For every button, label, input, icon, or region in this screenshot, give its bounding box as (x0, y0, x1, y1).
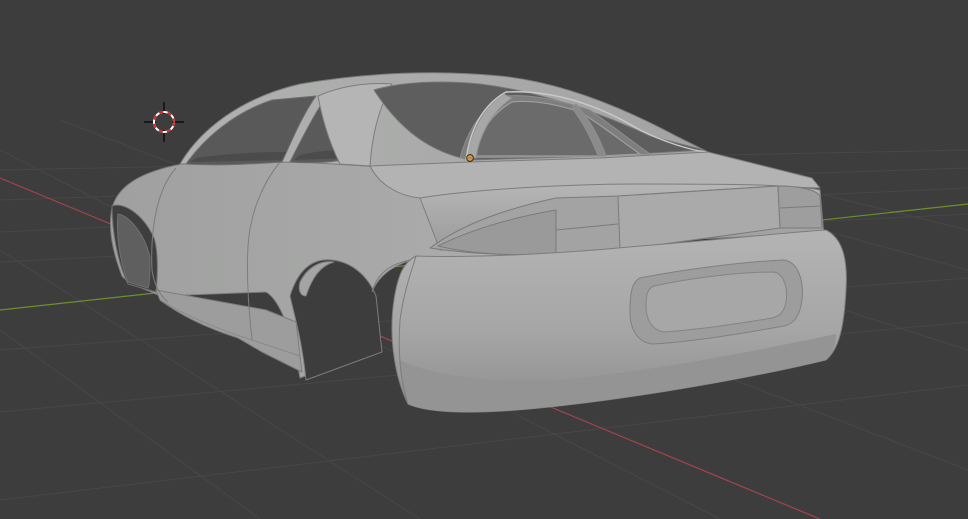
object-origin-icon[interactable] (466, 154, 474, 162)
car-body-mesh[interactable] (109, 72, 847, 413)
3d-viewport[interactable] (0, 0, 968, 519)
3d-cursor-icon[interactable] (144, 102, 184, 142)
